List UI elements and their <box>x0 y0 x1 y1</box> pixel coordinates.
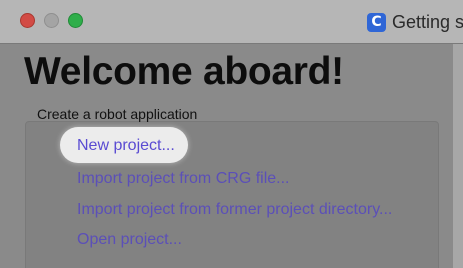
maximize-window-button[interactable] <box>68 13 83 28</box>
group-label: Create a robot application <box>37 106 198 122</box>
import-former-project-link[interactable]: Import project from former project direc… <box>77 201 392 219</box>
title-bar: C Getting s <box>0 0 463 44</box>
app-icon: C <box>367 13 386 32</box>
open-project-link[interactable]: Open project... <box>77 231 182 249</box>
new-project-link[interactable]: New project... <box>77 137 175 155</box>
page-title: Welcome aboard! <box>24 50 344 93</box>
import-crg-link[interactable]: Import project from CRG file... <box>77 170 290 188</box>
adjacent-panel <box>453 44 463 268</box>
minimize-window-button[interactable] <box>44 13 59 28</box>
app-window: C Getting s Welcome aboard! Create a rob… <box>0 0 463 268</box>
close-window-button[interactable] <box>20 13 35 28</box>
window-title: Getting s <box>392 12 463 32</box>
